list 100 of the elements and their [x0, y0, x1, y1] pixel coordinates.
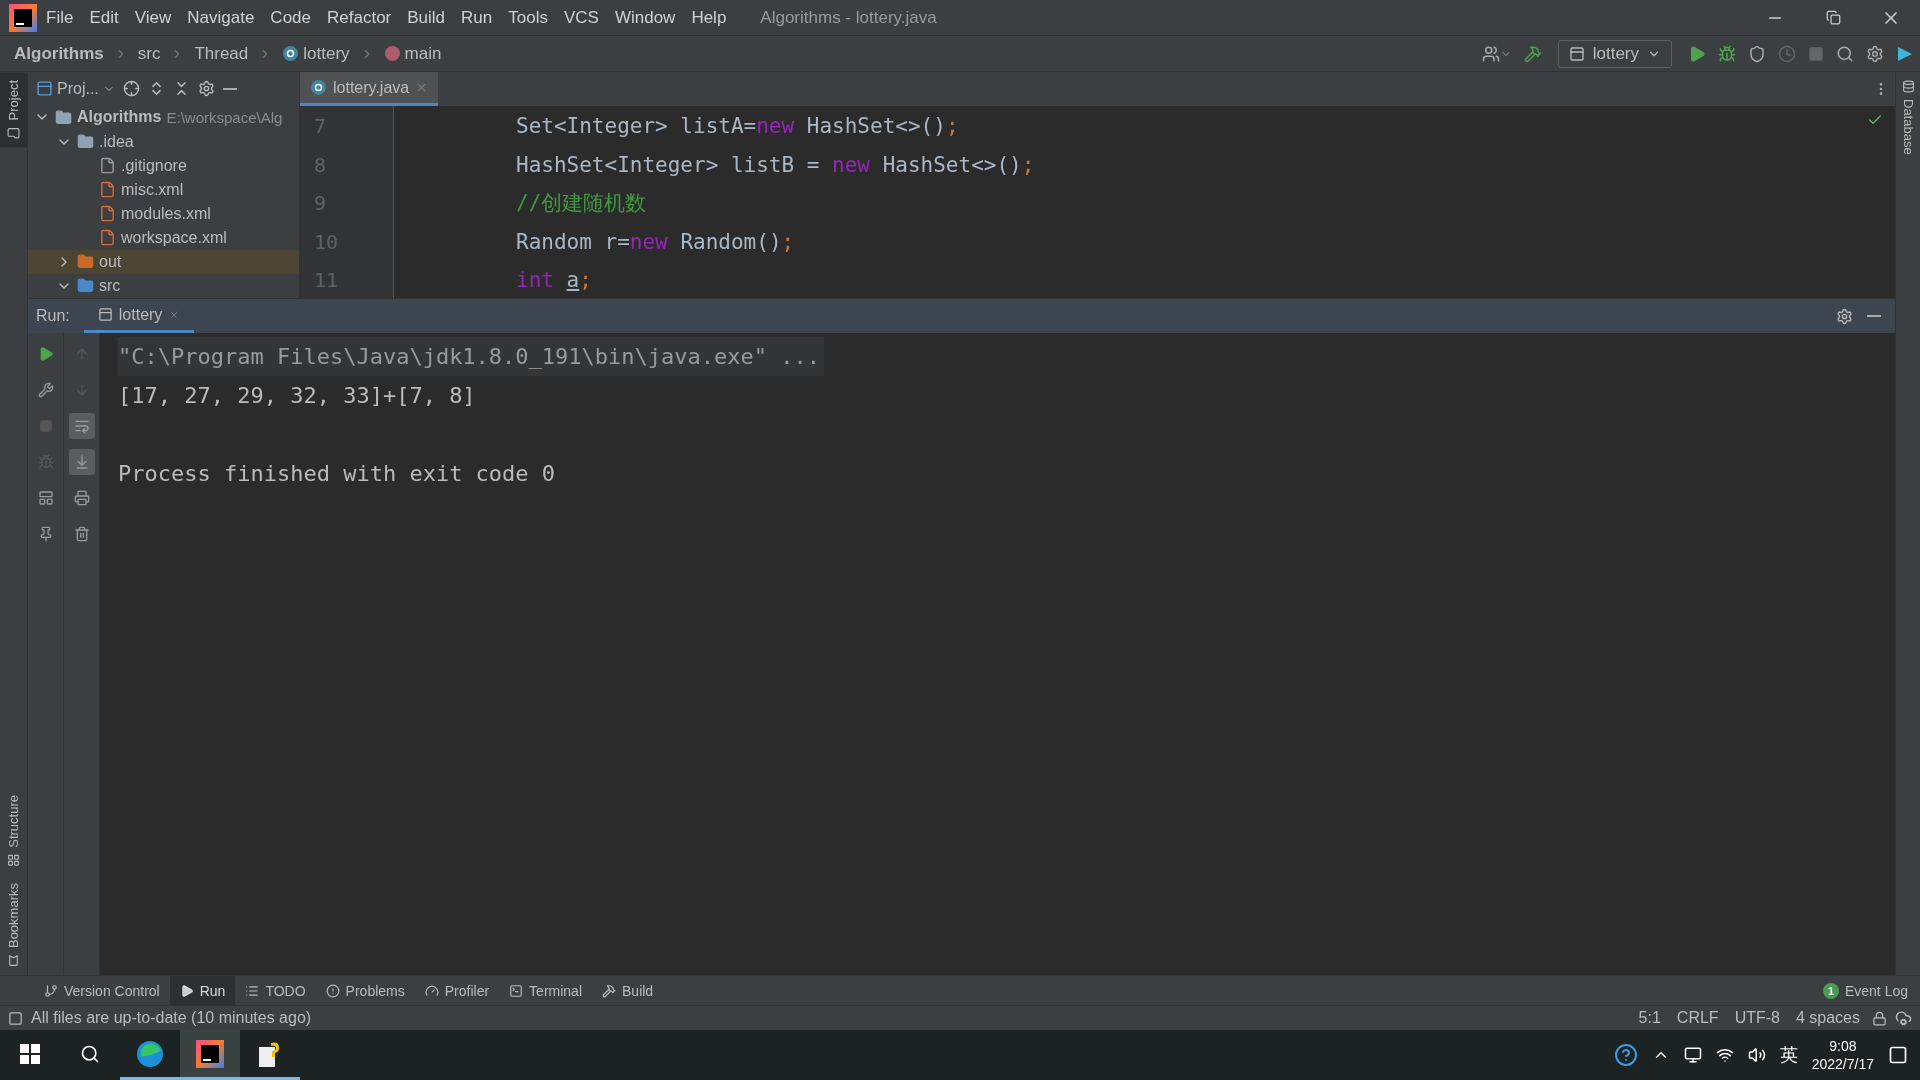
play-icon: [179, 983, 194, 998]
run-config-dropdown[interactable]: lottery: [1557, 39, 1672, 68]
xml-file-icon: [99, 181, 116, 199]
clock-time: 9:08: [1829, 1037, 1857, 1055]
windows-icon[interactable]: [20, 1043, 40, 1064]
locate-icon[interactable]: [122, 80, 140, 98]
alert-icon: [325, 983, 340, 998]
ide-icon: [195, 1038, 225, 1069]
tool-tab[interactable]: TODO: [235, 976, 316, 1005]
menu-item[interactable]: Tools: [500, 7, 556, 28]
tool-tab[interactable]: Build: [592, 976, 664, 1005]
tool-window-tab[interactable]: Database: [1896, 72, 1920, 163]
terminal-icon: [509, 983, 524, 998]
soft-wrap-icon[interactable]: [68, 413, 95, 439]
code-line: Set<Integer> listA=new HashSet<>();: [516, 113, 959, 140]
tree-item[interactable]: misc.xml: [28, 177, 299, 202]
lock-icon: [1872, 1010, 1887, 1026]
event-log-button[interactable]: 1 Event Log: [1810, 976, 1920, 1005]
notification-icon: [1888, 1045, 1908, 1065]
file-icon: [99, 157, 116, 175]
hammer-icon: [602, 983, 616, 998]
branch-icon: [44, 983, 58, 998]
tool-tab[interactable]: Profiler: [414, 976, 500, 1005]
breadcrumb-item[interactable]: src: [137, 43, 161, 64]
scroll-to-end-icon[interactable]: [68, 449, 95, 475]
tree-item[interactable]: src: [28, 273, 299, 299]
search-icon[interactable]: [80, 1043, 100, 1064]
ide-icon: [8, 2, 38, 33]
bookmark-icon: [7, 954, 20, 967]
tool-window-tab[interactable]: Structure: [0, 787, 27, 875]
hide-icon[interactable]: [222, 87, 237, 90]
menu-item[interactable]: View: [126, 7, 180, 28]
window-title: Algorithms - lottery.java: [760, 7, 938, 28]
tree-item[interactable]: .gitignore: [28, 153, 299, 178]
status-item[interactable]: 4 spaces: [1791, 1009, 1864, 1027]
tree-item[interactable]: out: [28, 249, 299, 274]
status-item[interactable]: CRLF: [1672, 1009, 1723, 1027]
module-path: E:\workspace\Alg: [166, 108, 283, 126]
folder-icon: [77, 277, 94, 295]
browser-icon: [135, 1038, 165, 1069]
list-icon: [245, 983, 260, 998]
tool-window-tab[interactable]: Bookmarks: [0, 874, 27, 975]
breadcrumb-item[interactable]: Algorithms: [14, 43, 104, 64]
tool-tab[interactable]: Terminal: [499, 976, 592, 1005]
breadcrumb-item[interactable]: lottery: [282, 43, 350, 64]
menu-item[interactable]: Build: [399, 7, 454, 28]
code-line: Random r=new Random();: [516, 228, 795, 256]
breadcrumb-item[interactable]: main: [383, 43, 442, 64]
code-line: HashSet<Integer> listB = new HashSet<>();: [516, 151, 1035, 179]
console-line: Process finished with exit code 0: [118, 460, 557, 488]
tool-tab[interactable]: Version Control: [34, 976, 170, 1005]
folder-icon: [55, 108, 72, 126]
window-icon: [97, 307, 113, 322]
clock-date: 2022/7/17: [1811, 1055, 1874, 1073]
xml-file-icon: [99, 205, 116, 223]
restore-icon[interactable]: [1825, 10, 1841, 25]
tree-item[interactable]: .idea: [28, 129, 299, 154]
menu-item[interactable]: VCS: [555, 7, 607, 28]
folder-icon: [77, 253, 94, 271]
tree-item[interactable]: Algorithms E:\workspace\Alg: [28, 105, 299, 130]
run-label: Run:: [36, 307, 70, 325]
taskbar-app[interactable]: [180, 1030, 240, 1080]
tree-item[interactable]: modules.xml: [28, 201, 299, 226]
xml-file-icon: [99, 229, 116, 247]
tool-window-tab[interactable]: Project: [0, 72, 27, 148]
menu-item[interactable]: Window: [606, 7, 684, 28]
menu-item[interactable]: Edit: [81, 7, 127, 28]
status-item[interactable]: 5:1: [1634, 1009, 1665, 1027]
tree-item[interactable]: workspace.xml: [28, 225, 299, 250]
volume-icon: [1747, 1046, 1766, 1064]
gauge-icon: [424, 983, 439, 998]
code-line: //创建随机数: [516, 190, 647, 217]
menu-item[interactable]: Refactor: [319, 7, 400, 28]
menu-item[interactable]: Help: [683, 7, 735, 28]
wifi-icon: [1715, 1046, 1734, 1064]
menu-item[interactable]: File: [38, 7, 82, 28]
status-message: All files are up-to-date (10 minutes ago): [31, 1009, 312, 1027]
cloud-settings-icon: [1895, 1009, 1912, 1027]
class-icon: [310, 79, 327, 96]
class-icon: [282, 45, 300, 62]
method-icon: [383, 45, 401, 62]
breadcrumb-item[interactable]: Thread: [194, 43, 249, 64]
settings-icon[interactable]: [1836, 307, 1853, 325]
project-view-dropdown[interactable]: Proj...: [36, 79, 115, 98]
folder-icon: [77, 133, 94, 150]
menu-item[interactable]: Navigate: [179, 7, 263, 28]
settings-icon[interactable]: [197, 80, 215, 98]
console-line: [17, 27, 29, 32, 33]+[7, 8]: [118, 382, 477, 410]
tool-tab[interactable]: Problems: [315, 976, 415, 1005]
editor-tab[interactable]: lottery.java: [300, 72, 439, 106]
folder-icon: [7, 126, 20, 140]
help-icon: [1613, 1043, 1638, 1067]
status-item[interactable]: UTF-8: [1730, 1009, 1784, 1027]
code-line: int a;: [516, 267, 592, 294]
menu-item[interactable]: Run: [453, 7, 501, 28]
database-icon: [1901, 80, 1915, 93]
tool-tab[interactable]: Run: [169, 976, 236, 1005]
input-method[interactable]: 英: [1779, 1043, 1798, 1067]
window-icon: [36, 80, 53, 98]
menu-item[interactable]: Code: [262, 7, 319, 28]
